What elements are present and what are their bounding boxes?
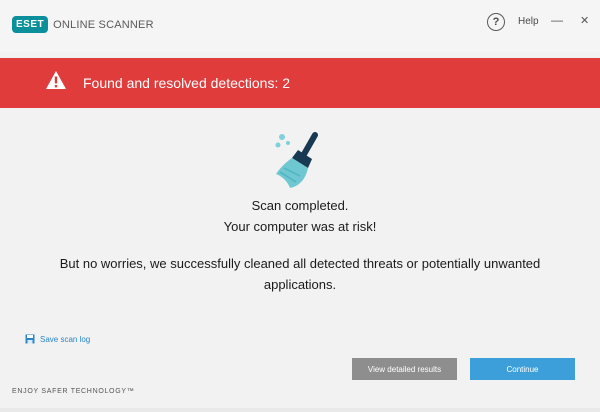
- alert-text: Found and resolved detections: 2: [83, 75, 291, 91]
- tagline: ENJOY SAFER TECHNOLOGY™: [12, 388, 135, 395]
- cleaned-text-continued: applications.: [263, 277, 337, 292]
- help-link[interactable]: Help: [518, 16, 539, 27]
- save-scan-log-label: Save scan log: [40, 334, 91, 344]
- save-scan-log-link[interactable]: Save scan log: [25, 334, 90, 344]
- titlebar: ESET ONLINE SCANNER ? Help — ✕: [0, 0, 600, 52]
- brand-badge: ESET: [12, 16, 49, 33]
- minimize-icon[interactable]: —: [551, 13, 563, 27]
- scan-completed-text: Scan completed.: [251, 198, 349, 213]
- broom-icon: [275, 132, 318, 188]
- save-icon: [25, 334, 35, 344]
- view-detailed-results-button[interactable]: View detailed results: [352, 358, 457, 380]
- scanner-window: ESET ONLINE SCANNER ? Help — ✕ Found and…: [0, 0, 600, 408]
- close-icon[interactable]: ✕: [580, 14, 589, 27]
- continue-button[interactable]: Continue: [470, 358, 575, 380]
- help-icon[interactable]: ?: [487, 13, 505, 31]
- eset-logo: ESET ONLINE SCANNER: [12, 16, 154, 33]
- warning-triangle-icon: [46, 71, 66, 89]
- cleaned-text: But no worries, we successfully cleaned …: [59, 256, 541, 271]
- risk-text: Your computer was at risk!: [223, 219, 377, 234]
- alert-banner: Found and resolved detections: 2: [0, 58, 600, 108]
- product-name: ONLINE SCANNER: [53, 18, 154, 31]
